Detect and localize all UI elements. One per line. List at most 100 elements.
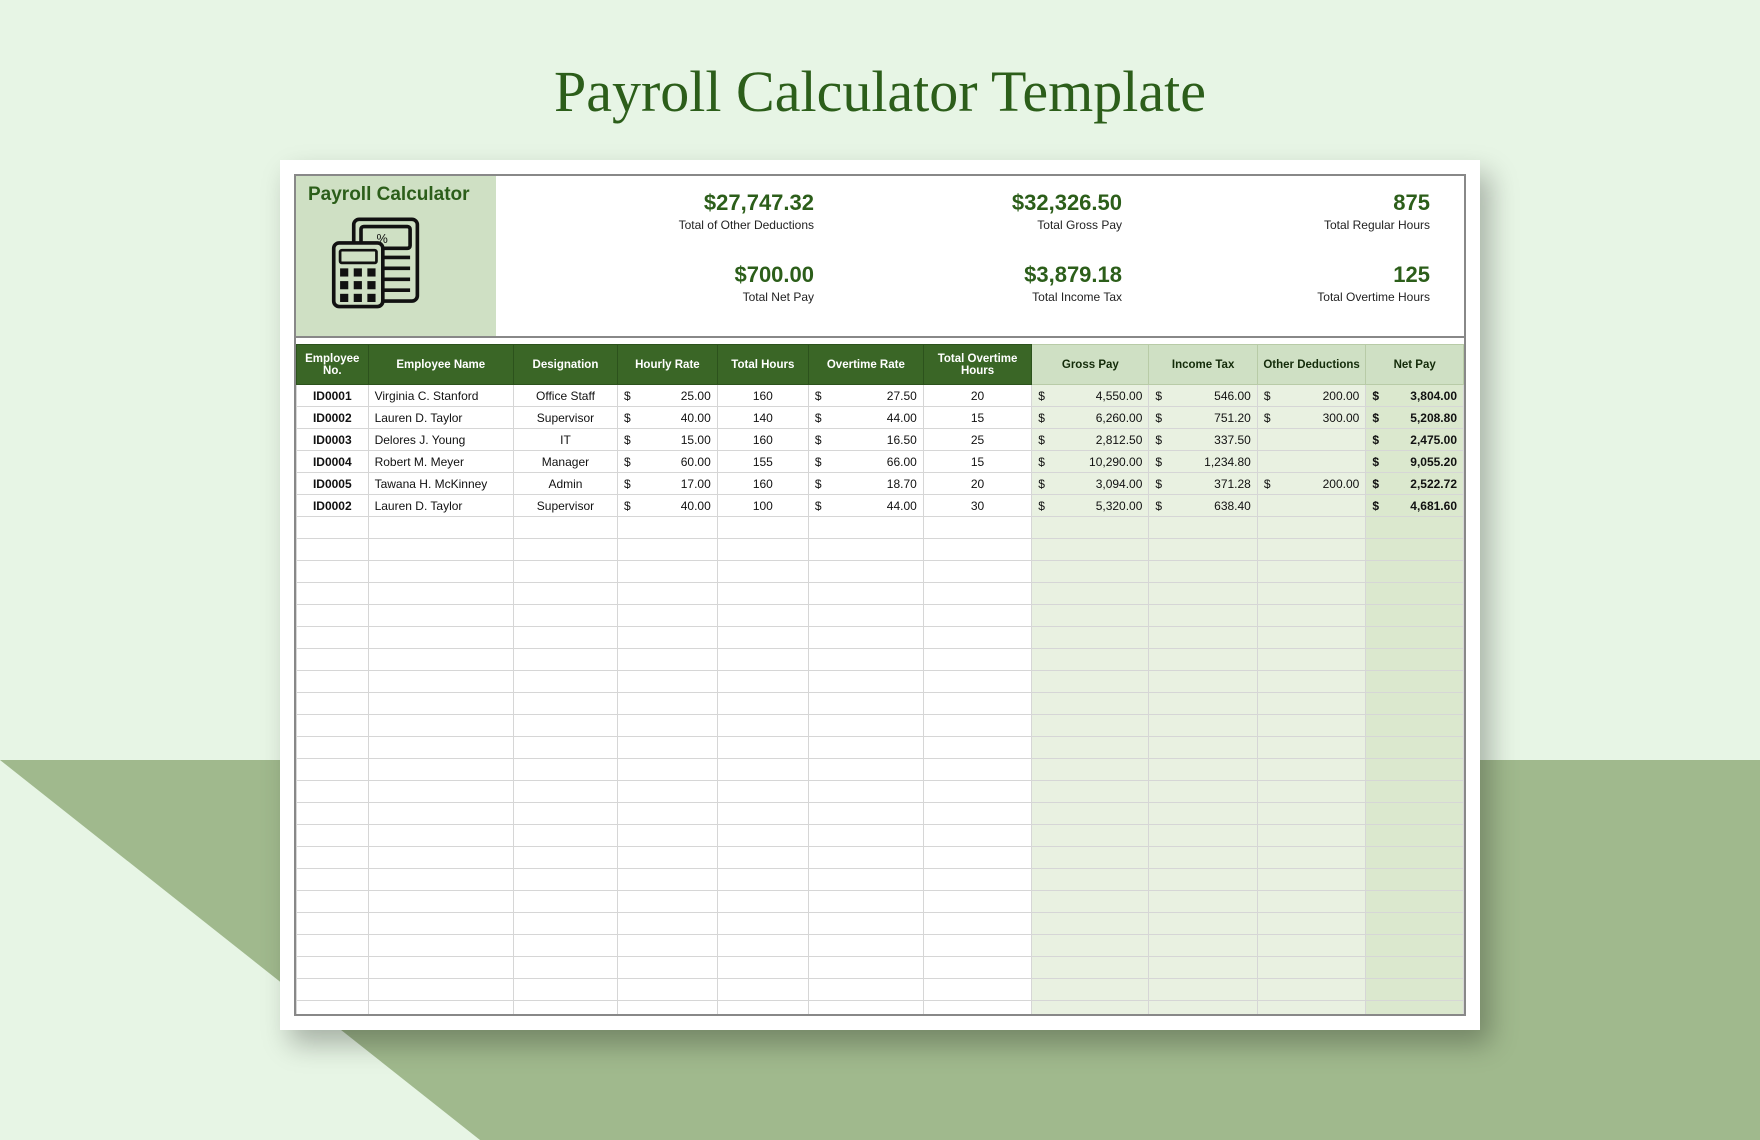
cell[interactable] — [717, 627, 808, 649]
cell[interactable] — [717, 913, 808, 935]
cell[interactable] — [1257, 935, 1365, 957]
cell[interactable] — [297, 671, 369, 693]
cell[interactable] — [717, 561, 808, 583]
cell[interactable] — [368, 913, 513, 935]
cell-id[interactable]: ID0002 — [297, 407, 369, 429]
cell[interactable] — [1366, 979, 1464, 1001]
cell[interactable] — [1257, 693, 1365, 715]
cell-name[interactable]: Lauren D. Taylor — [368, 407, 513, 429]
cell[interactable] — [808, 825, 923, 847]
cell[interactable]: $66.00 — [808, 451, 923, 473]
cell-net[interactable]: $9,055.20 — [1366, 451, 1464, 473]
cell[interactable] — [923, 825, 1031, 847]
cell-id[interactable]: ID0001 — [297, 385, 369, 407]
cell[interactable] — [368, 957, 513, 979]
cell[interactable] — [923, 803, 1031, 825]
cell[interactable] — [368, 649, 513, 671]
cell[interactable] — [923, 869, 1031, 891]
cell[interactable] — [1366, 627, 1464, 649]
cell-desg[interactable]: Supervisor — [513, 407, 617, 429]
cell[interactable] — [1032, 627, 1149, 649]
cell[interactable] — [717, 539, 808, 561]
cell[interactable] — [717, 583, 808, 605]
cell[interactable] — [297, 847, 369, 869]
cell[interactable] — [368, 759, 513, 781]
cell[interactable] — [1366, 671, 1464, 693]
cell[interactable] — [1366, 847, 1464, 869]
cell[interactable] — [1149, 1001, 1257, 1017]
cell[interactable] — [1032, 517, 1149, 539]
cell[interactable] — [808, 957, 923, 979]
cell-id[interactable]: ID0005 — [297, 473, 369, 495]
cell[interactable] — [1366, 693, 1464, 715]
cell[interactable]: $546.00 — [1149, 385, 1257, 407]
cell[interactable] — [513, 825, 617, 847]
cell[interactable] — [297, 891, 369, 913]
cell[interactable] — [1257, 561, 1365, 583]
cell[interactable] — [808, 605, 923, 627]
cell[interactable] — [717, 1001, 808, 1017]
cell[interactable] — [717, 671, 808, 693]
cell[interactable] — [1366, 825, 1464, 847]
cell[interactable]: $1,234.80 — [1149, 451, 1257, 473]
cell[interactable] — [717, 649, 808, 671]
cell[interactable] — [618, 605, 718, 627]
cell[interactable] — [923, 715, 1031, 737]
cell[interactable] — [1032, 891, 1149, 913]
cell[interactable] — [808, 737, 923, 759]
cell[interactable] — [618, 891, 718, 913]
cell[interactable] — [717, 803, 808, 825]
cell[interactable] — [1149, 759, 1257, 781]
cell[interactable] — [923, 583, 1031, 605]
cell-net[interactable]: $2,475.00 — [1366, 429, 1464, 451]
cell[interactable] — [368, 517, 513, 539]
cell[interactable] — [923, 517, 1031, 539]
cell[interactable] — [1149, 627, 1257, 649]
cell[interactable] — [618, 627, 718, 649]
cell[interactable] — [513, 693, 617, 715]
cell[interactable] — [808, 847, 923, 869]
cell[interactable] — [368, 1001, 513, 1017]
cell[interactable] — [808, 869, 923, 891]
cell[interactable] — [368, 869, 513, 891]
cell[interactable] — [1149, 781, 1257, 803]
cell[interactable] — [513, 891, 617, 913]
cell[interactable] — [513, 583, 617, 605]
cell-net[interactable]: $3,804.00 — [1366, 385, 1464, 407]
cell[interactable] — [717, 979, 808, 1001]
cell[interactable] — [1032, 671, 1149, 693]
cell[interactable] — [297, 737, 369, 759]
cell[interactable] — [618, 759, 718, 781]
cell[interactable] — [1257, 781, 1365, 803]
cell[interactable] — [717, 935, 808, 957]
cell[interactable] — [297, 539, 369, 561]
cell[interactable] — [923, 649, 1031, 671]
cell[interactable] — [513, 935, 617, 957]
cell[interactable] — [618, 1001, 718, 1017]
cell-hours[interactable]: 140 — [717, 407, 808, 429]
cell[interactable] — [1257, 913, 1365, 935]
cell[interactable] — [1366, 913, 1464, 935]
cell[interactable] — [1257, 847, 1365, 869]
cell[interactable] — [1366, 561, 1464, 583]
cell[interactable] — [1257, 869, 1365, 891]
cell[interactable] — [1257, 539, 1365, 561]
cell[interactable]: $40.00 — [618, 495, 718, 517]
cell[interactable] — [1366, 759, 1464, 781]
cell[interactable] — [1366, 869, 1464, 891]
cell[interactable] — [808, 803, 923, 825]
cell[interactable] — [297, 979, 369, 1001]
cell[interactable] — [1032, 649, 1149, 671]
cell[interactable] — [808, 517, 923, 539]
cell[interactable] — [297, 627, 369, 649]
cell[interactable] — [1366, 737, 1464, 759]
cell[interactable] — [1149, 671, 1257, 693]
cell[interactable] — [368, 891, 513, 913]
cell[interactable] — [1257, 583, 1365, 605]
cell[interactable] — [1366, 935, 1464, 957]
cell[interactable] — [808, 671, 923, 693]
cell[interactable] — [1032, 957, 1149, 979]
cell[interactable] — [368, 627, 513, 649]
cell[interactable] — [513, 737, 617, 759]
cell[interactable] — [618, 913, 718, 935]
